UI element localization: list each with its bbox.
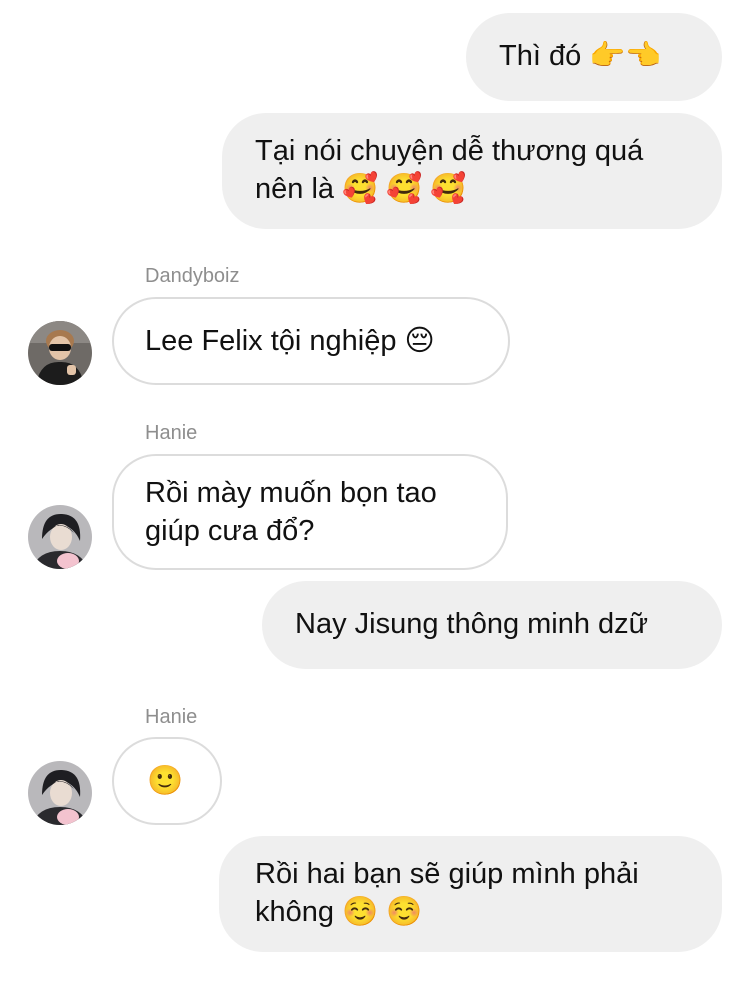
message-text: Nay Jisung thông minh dzữ: [295, 608, 649, 640]
sender-name: Hanie: [145, 706, 198, 728]
incoming-message-bubble[interactable]: Lee Felix tội nghiệp 😔: [112, 297, 510, 385]
avatar[interactable]: [28, 321, 92, 385]
message-text: Rồi mày muốn bọn tao: [145, 477, 437, 509]
sender-name: Dandyboiz: [145, 265, 240, 287]
incoming-message-bubble[interactable]: Rồi mày muốn bọn tao giúp cưa đổ?: [112, 454, 508, 570]
message-text: giúp cưa đổ?: [145, 515, 315, 547]
message-text: Rồi hai bạn sẽ giúp mình phải: [255, 858, 639, 890]
outgoing-message-bubble[interactable]: Tại nói chuyện dễ thương quá nên là 🥰 🥰 …: [222, 113, 722, 229]
message-text: 🙂: [147, 765, 184, 797]
sender-name: Hanie: [145, 422, 198, 444]
outgoing-message-bubble[interactable]: Thì đó 👉👈: [466, 13, 722, 101]
outgoing-message-bubble[interactable]: Nay Jisung thông minh dzữ: [262, 581, 722, 669]
profile-photo-icon: [28, 761, 92, 825]
avatar[interactable]: [28, 505, 92, 569]
message-text: Thì đó 👉👈: [499, 40, 662, 72]
message-text: Lee Felix tội nghiệp 😔: [145, 325, 435, 357]
profile-photo-icon: [28, 321, 92, 385]
profile-photo-icon: [28, 505, 92, 569]
message-text: không ☺️ ☺️: [255, 896, 423, 928]
outgoing-message-bubble[interactable]: Rồi hai bạn sẽ giúp mình phải không ☺️ ☺…: [219, 836, 722, 952]
incoming-message-bubble[interactable]: 🙂: [112, 737, 222, 825]
message-text: Tại nói chuyện dễ thương quá: [255, 135, 644, 167]
message-text: nên là 🥰 🥰 🥰: [255, 173, 467, 205]
avatar[interactable]: [28, 761, 92, 825]
